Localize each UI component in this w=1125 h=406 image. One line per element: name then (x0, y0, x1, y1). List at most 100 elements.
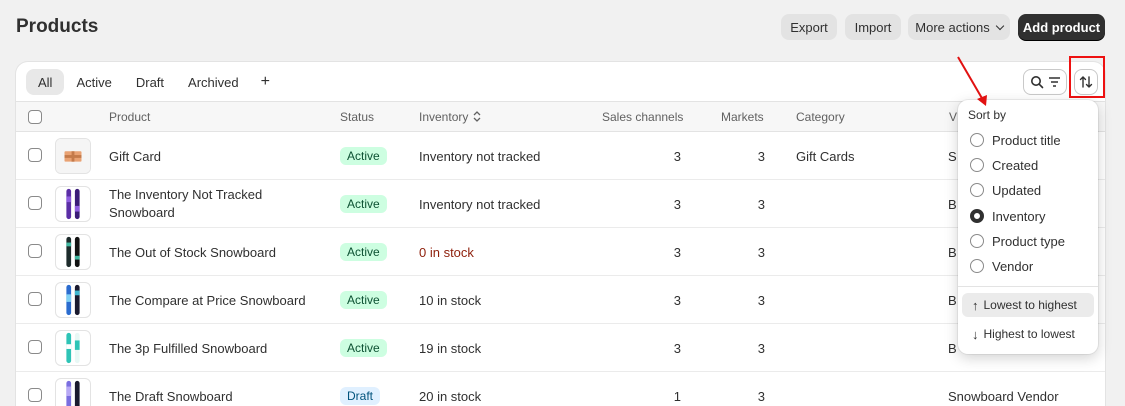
select-all-checkbox[interactable] (28, 110, 42, 124)
snowboard-image (66, 380, 80, 406)
export-button[interactable]: Export (781, 14, 837, 40)
row-checkbox[interactable] (28, 340, 42, 354)
radio-icon[interactable] (970, 234, 984, 248)
markets-cell: 3 (757, 149, 765, 164)
row-checkbox[interactable] (28, 388, 42, 402)
more-actions-button[interactable]: More actions (908, 14, 1010, 40)
sort-option-product-type[interactable]: Product type (970, 232, 1065, 250)
radio-icon[interactable] (970, 133, 984, 147)
tab-all[interactable]: All (26, 69, 65, 95)
table-row[interactable]: The Inventory Not Tracked Snowboard Acti… (16, 180, 1105, 228)
product-thumbnail (55, 330, 91, 366)
col-inventory[interactable]: Inventory (419, 110, 481, 124)
status-badge: Active (340, 243, 387, 261)
tab-draft[interactable]: Draft (124, 69, 176, 95)
product-name[interactable]: The Draft Snowboard (109, 389, 233, 404)
add-view-button[interactable]: + (251, 69, 280, 95)
table-row[interactable]: The Draft Snowboard Draft 20 in stock 1 … (16, 372, 1105, 406)
row-checkbox[interactable] (28, 244, 42, 258)
products-table-card: All Active Draft Archived + Product Stat… (16, 62, 1105, 406)
product-name[interactable]: The 3p Fulfilled Snowboard (109, 341, 267, 356)
sort-indicator-icon (473, 111, 481, 122)
gift-card-image (56, 139, 90, 173)
sort-option-label: Created (992, 157, 1039, 173)
sort-highest-to-lowest[interactable]: ↓ Highest to lowest (962, 322, 1094, 346)
inventory-cell: 20 in stock (419, 389, 482, 404)
vendor-cell: B (948, 197, 957, 212)
col-category[interactable]: Category (796, 110, 845, 124)
inventory-cell: 19 in stock (419, 341, 482, 356)
vendor-cell: B (948, 245, 957, 260)
product-name[interactable]: Gift Card (109, 149, 161, 164)
sales-channels-cell: 3 (673, 149, 681, 164)
divider (958, 286, 1098, 287)
vendor-cell: Snowboard Vendor (948, 389, 1059, 404)
sort-option-product-title[interactable]: Product title (970, 131, 1061, 149)
category-cell: Gift Cards (796, 149, 855, 164)
radio-icon[interactable] (970, 259, 984, 273)
snowboard-image (66, 284, 80, 316)
markets-cell: 3 (757, 245, 765, 260)
sort-option-label: Inventory (992, 208, 1046, 224)
product-thumbnail (55, 186, 91, 222)
sales-channels-cell: 3 (673, 197, 681, 212)
product-thumbnail (55, 282, 91, 318)
vendor-cell: B (948, 293, 957, 308)
search-icon (1030, 76, 1043, 89)
sales-channels-cell: 3 (673, 341, 681, 356)
more-actions-label: More actions (915, 19, 990, 35)
status-badge: Active (340, 147, 387, 165)
sales-channels-cell: 1 (673, 389, 681, 404)
product-thumbnail (55, 378, 91, 406)
search-filter-button[interactable] (1023, 69, 1067, 95)
import-button[interactable]: Import (845, 14, 901, 40)
sort-option-inventory[interactable]: Inventory (970, 207, 1045, 225)
sort-lowest-to-highest[interactable]: ↑ Lowest to highest (962, 293, 1094, 317)
col-sales-channels[interactable]: Sales channels (602, 110, 683, 124)
col-product[interactable]: Product (109, 110, 150, 124)
inventory-cell: 10 in stock (419, 293, 482, 308)
sort-option-vendor[interactable]: Vendor (970, 257, 1033, 275)
radio-icon[interactable] (970, 183, 984, 197)
status-badge: Active (340, 291, 387, 309)
sort-direction-label: Highest to lowest (983, 327, 1075, 341)
table-row[interactable]: The Out of Stock Snowboard Active 0 in s… (16, 228, 1105, 276)
arrow-up-icon: ↑ (972, 297, 979, 313)
col-status[interactable]: Status (340, 110, 374, 124)
sort-option-label: Product title (992, 132, 1061, 148)
sort-button[interactable] (1074, 69, 1098, 95)
product-name[interactable]: The Out of Stock Snowboard (109, 245, 276, 260)
table-row[interactable]: Gift Card Active Inventory not tracked 3… (16, 132, 1105, 180)
product-thumbnail (55, 138, 91, 174)
product-name-line2[interactable]: Snowboard (109, 205, 175, 220)
markets-cell: 3 (757, 341, 765, 356)
product-name[interactable]: The Inventory Not Tracked (109, 187, 262, 202)
radio-icon[interactable] (970, 158, 984, 172)
product-thumbnail (55, 234, 91, 270)
sort-option-label: Product type (992, 233, 1065, 249)
tab-active[interactable]: Active (64, 69, 123, 95)
table-row[interactable]: The Compare at Price Snowboard Active 10… (16, 276, 1105, 324)
tab-archived[interactable]: Archived (176, 69, 251, 95)
table-row[interactable]: The 3p Fulfilled Snowboard Active 19 in … (16, 324, 1105, 372)
inventory-cell: 0 in stock (419, 245, 474, 260)
tabs-bar: All Active Draft Archived + (26, 69, 280, 95)
col-inventory-label: Inventory (419, 110, 469, 124)
radio-checked-icon[interactable] (970, 209, 984, 223)
sort-option-label: Vendor (992, 258, 1034, 274)
sort-option-updated[interactable]: Updated (970, 181, 1041, 199)
col-markets[interactable]: Markets (721, 110, 764, 124)
inventory-cell: Inventory not tracked (419, 197, 541, 212)
table-header: Product Status Inventory Sales channels … (16, 101, 1105, 132)
add-product-button[interactable]: Add product (1018, 14, 1105, 40)
product-name[interactable]: The Compare at Price Snowboard (109, 293, 306, 308)
row-checkbox[interactable] (28, 196, 42, 210)
row-checkbox[interactable] (28, 148, 42, 162)
sort-icon (1079, 76, 1093, 88)
sort-option-created[interactable]: Created (970, 156, 1038, 174)
chevron-down-icon (995, 21, 1004, 30)
snowboard-image (66, 236, 80, 268)
col-vendor[interactable]: V (949, 110, 957, 124)
row-checkbox[interactable] (28, 292, 42, 306)
filter-icon (1048, 77, 1060, 87)
